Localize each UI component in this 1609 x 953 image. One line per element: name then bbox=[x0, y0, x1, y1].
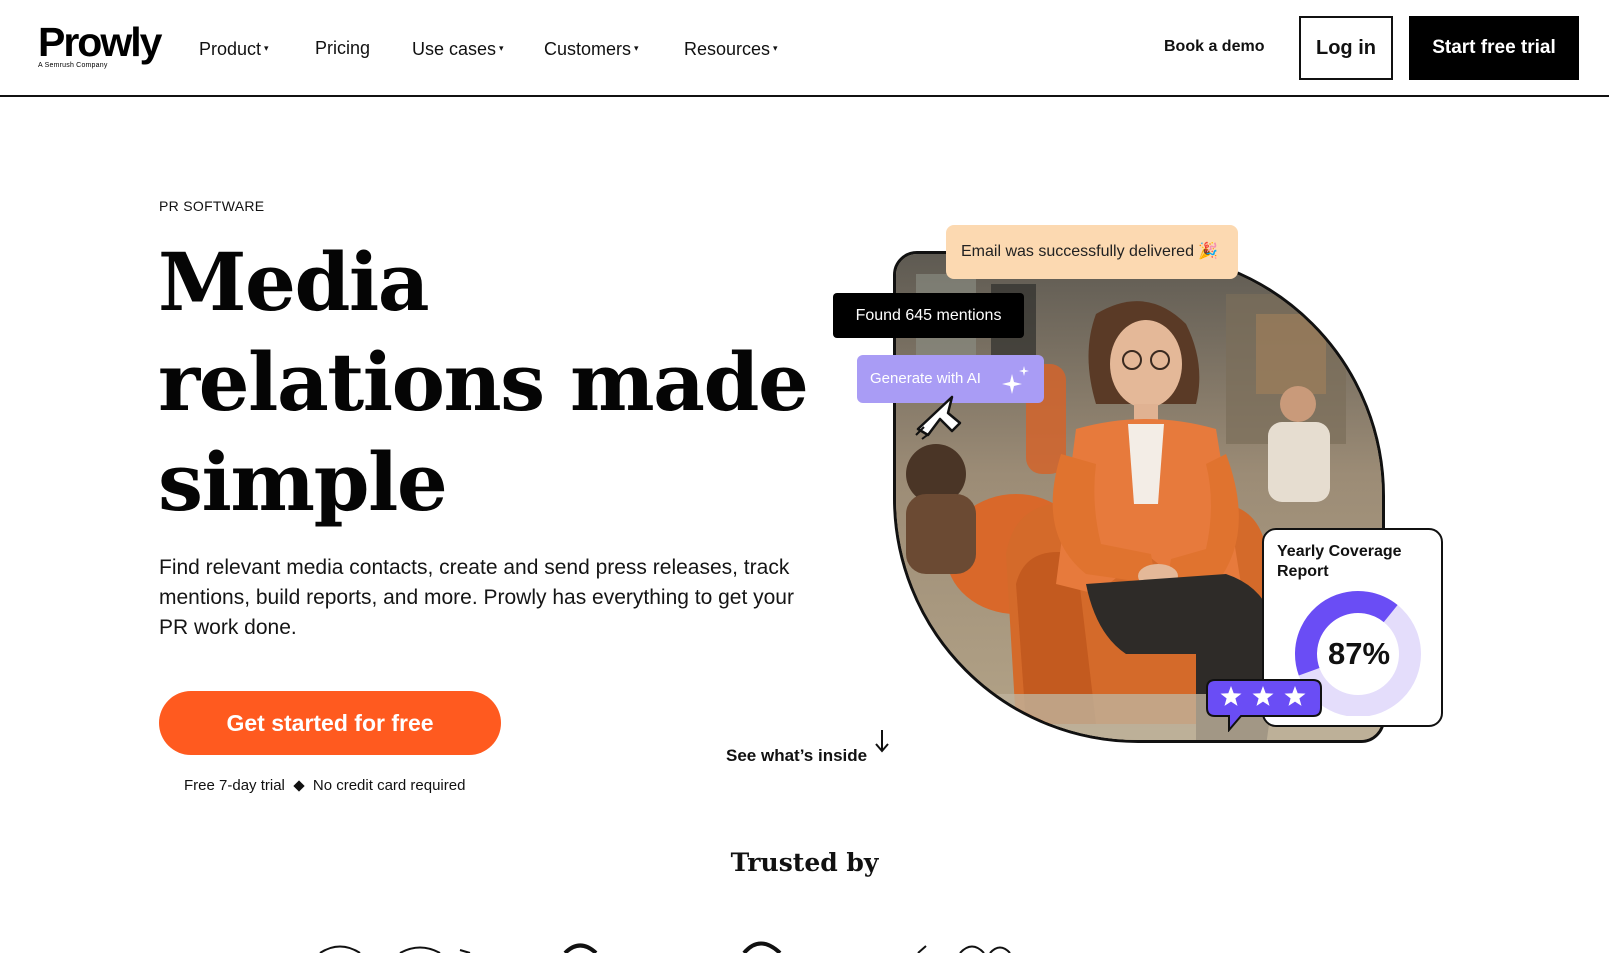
site-header: Prowly A Semrush Company Product ▾ Pricin… bbox=[0, 0, 1609, 97]
nav-item-pricing[interactable]: Pricing bbox=[315, 37, 370, 59]
hero-eyebrow: PR SOFTWARE bbox=[159, 198, 265, 214]
arrow-down-icon[interactable] bbox=[874, 728, 890, 754]
book-demo-link[interactable]: Book a demo bbox=[1164, 38, 1264, 56]
trusted-by-heading: Trusted by bbox=[730, 848, 879, 877]
nav-item-customers[interactable]: Customers ▾ bbox=[544, 37, 639, 60]
prowly-logo[interactable]: Prowly A Semrush Company bbox=[38, 19, 162, 70]
customer-logos-row bbox=[319, 941, 1011, 953]
rating-bubble bbox=[1206, 679, 1322, 732]
diamond-separator-icon bbox=[293, 779, 305, 792]
hero-description: Find relevant media contacts, create and… bbox=[159, 556, 794, 639]
coverage-percent: 87% bbox=[1327, 636, 1391, 671]
hero-headline: Media relations made simple bbox=[158, 232, 838, 532]
nav-item-use-cases[interactable]: Use cases ▾ bbox=[412, 37, 504, 60]
email-delivered-toast: Email was successfully delivered 🎉 bbox=[946, 225, 1238, 279]
report-title: Yearly Coverage Report bbox=[1277, 543, 1402, 580]
nav-item-label: Product bbox=[199, 39, 262, 59]
headline-line-2: relations made bbox=[158, 335, 809, 429]
chevron-down-icon: ▾ bbox=[773, 43, 778, 53]
nav-item-product[interactable]: Product ▾ bbox=[199, 37, 269, 60]
headline-line-1: Media bbox=[158, 235, 430, 329]
chevron-down-icon: ▾ bbox=[499, 43, 504, 53]
login-button[interactable]: Log in bbox=[1299, 16, 1393, 80]
no-card-note: No credit card required bbox=[312, 777, 466, 794]
start-free-trial-button[interactable]: Start free trial bbox=[1409, 16, 1579, 80]
nav-item-resources[interactable]: Resources ▾ bbox=[684, 37, 778, 60]
pointer-cursor-icon bbox=[915, 395, 962, 440]
get-started-button[interactable]: Get started for free bbox=[159, 691, 501, 755]
nav-item-label: Use cases bbox=[412, 39, 497, 59]
free-trial-note: Free 7-day trial bbox=[184, 777, 285, 794]
logo-wordmark: Prowly bbox=[38, 19, 162, 65]
headline-line-3: simple bbox=[158, 435, 448, 529]
trial-fine-print: Free 7-day trial No credit card required bbox=[184, 777, 465, 794]
mentions-found-badge: Found 645 mentions bbox=[833, 293, 1024, 338]
chevron-down-icon: ▾ bbox=[264, 43, 269, 53]
sparkle-icon bbox=[1002, 366, 1029, 394]
see-whats-inside-link[interactable]: See what’s inside bbox=[726, 746, 867, 766]
nav-item-label: Pricing bbox=[315, 38, 371, 58]
chevron-down-icon: ▾ bbox=[634, 43, 639, 53]
nav-item-label: Resources bbox=[684, 39, 771, 59]
nav-item-label: Customers bbox=[544, 39, 632, 59]
